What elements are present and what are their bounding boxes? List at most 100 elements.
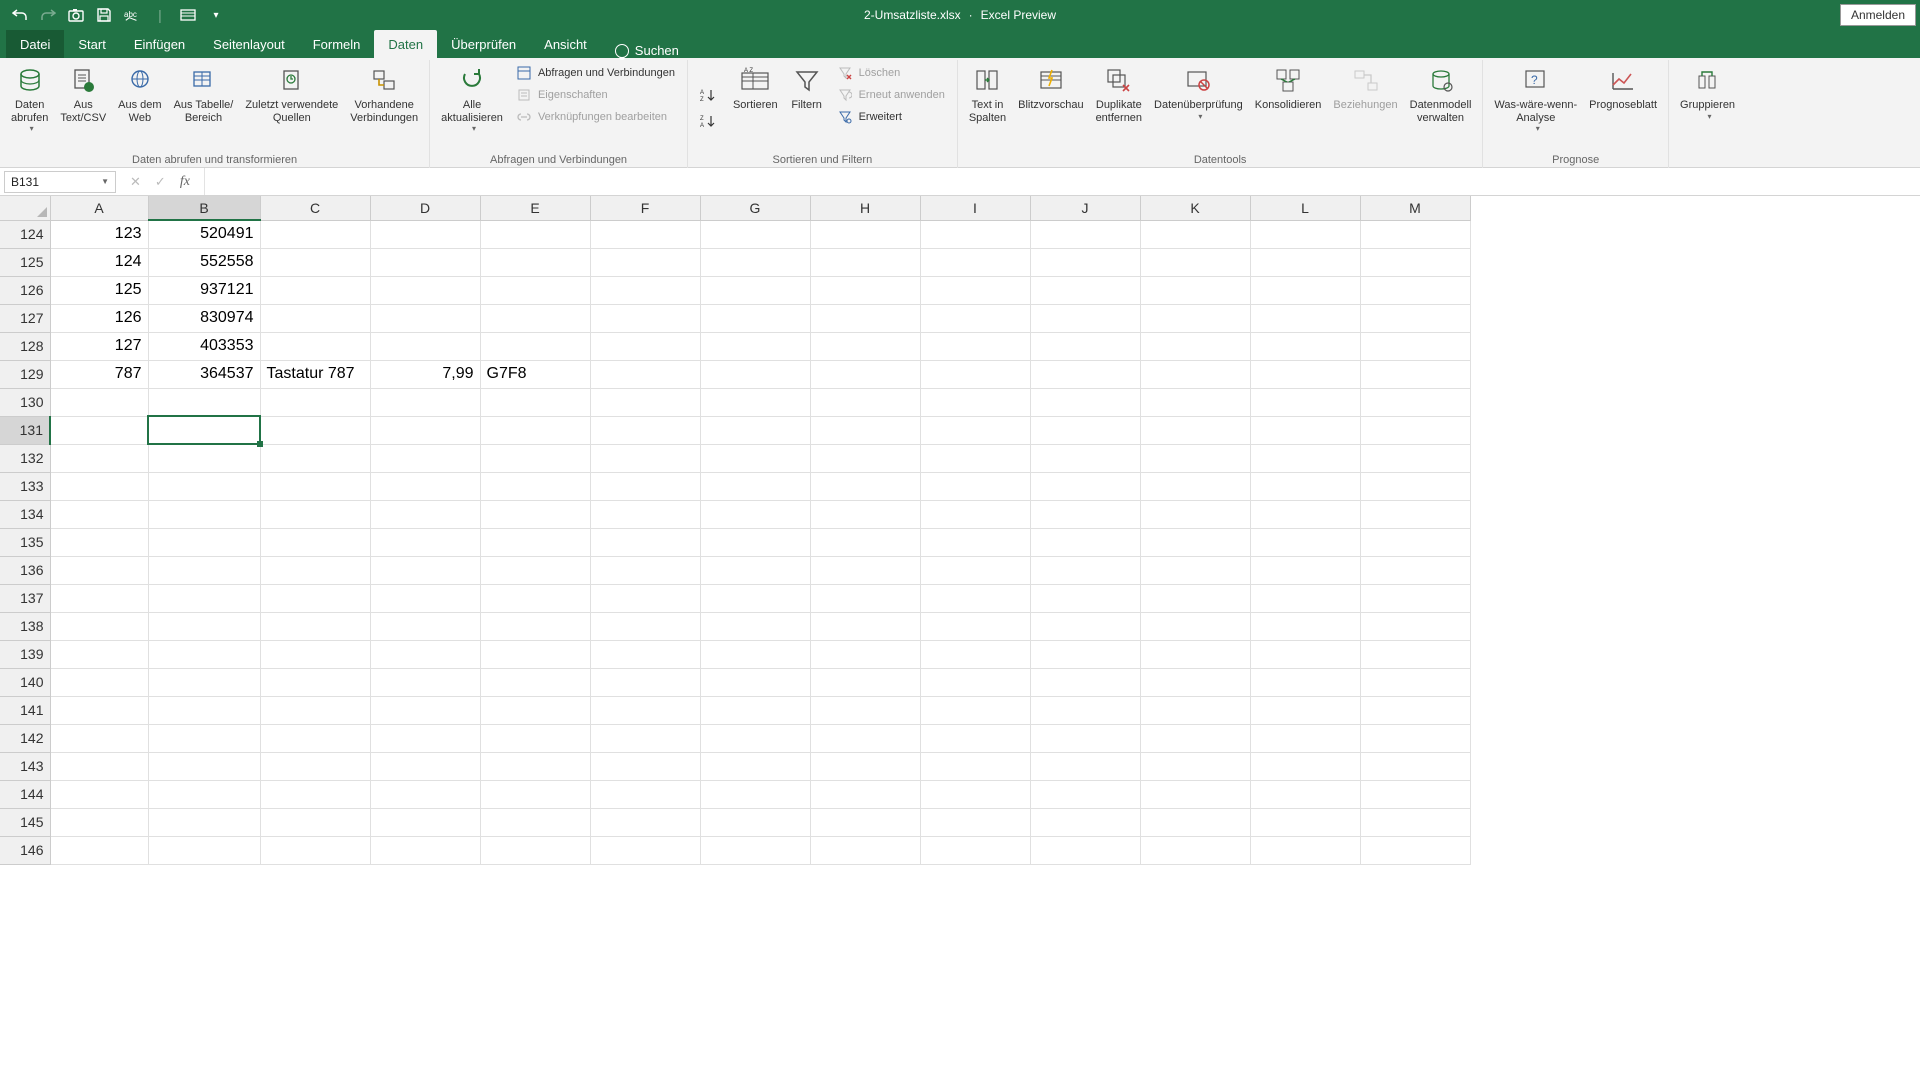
cell-A125[interactable]: 124	[50, 248, 148, 276]
cell-J135[interactable]	[1030, 528, 1140, 556]
cell-K137[interactable]	[1140, 584, 1250, 612]
row-header-140[interactable]: 140	[0, 668, 50, 696]
cell-E141[interactable]	[480, 696, 590, 724]
cell-I143[interactable]	[920, 752, 1030, 780]
cell-L140[interactable]	[1250, 668, 1360, 696]
cell-K142[interactable]	[1140, 724, 1250, 752]
cell-E133[interactable]	[480, 472, 590, 500]
cell-H129[interactable]	[810, 360, 920, 388]
cell-I134[interactable]	[920, 500, 1030, 528]
cell-F146[interactable]	[590, 836, 700, 864]
cell-M142[interactable]	[1360, 724, 1470, 752]
col-header-D[interactable]: D	[370, 196, 480, 220]
undo-icon[interactable]	[12, 7, 28, 23]
cell-J143[interactable]	[1030, 752, 1140, 780]
cell-F138[interactable]	[590, 612, 700, 640]
cell-H133[interactable]	[810, 472, 920, 500]
cell-A142[interactable]	[50, 724, 148, 752]
cell-E124[interactable]	[480, 220, 590, 248]
cell-L132[interactable]	[1250, 444, 1360, 472]
cell-A134[interactable]	[50, 500, 148, 528]
row-header-143[interactable]: 143	[0, 752, 50, 780]
aus-tabelle-button[interactable]: Aus Tabelle/ Bereich	[169, 62, 239, 154]
cell-C124[interactable]	[260, 220, 370, 248]
col-header-E[interactable]: E	[480, 196, 590, 220]
cell-H131[interactable]	[810, 416, 920, 444]
daten-abrufen-button[interactable]: Daten abrufen	[6, 62, 53, 154]
cell-A137[interactable]	[50, 584, 148, 612]
cell-I137[interactable]	[920, 584, 1030, 612]
cell-C137[interactable]	[260, 584, 370, 612]
tab-formeln[interactable]: Formeln	[299, 30, 375, 58]
cell-L128[interactable]	[1250, 332, 1360, 360]
cell-B146[interactable]	[148, 836, 260, 864]
cell-G136[interactable]	[700, 556, 810, 584]
cell-J136[interactable]	[1030, 556, 1140, 584]
filtern-button[interactable]: Filtern	[785, 62, 829, 154]
cell-J125[interactable]	[1030, 248, 1140, 276]
cell-F135[interactable]	[590, 528, 700, 556]
cell-H139[interactable]	[810, 640, 920, 668]
cell-I142[interactable]	[920, 724, 1030, 752]
cell-L135[interactable]	[1250, 528, 1360, 556]
cell-F140[interactable]	[590, 668, 700, 696]
row-header-131[interactable]: 131	[0, 416, 50, 444]
cell-I144[interactable]	[920, 780, 1030, 808]
row-header-127[interactable]: 127	[0, 304, 50, 332]
cell-D144[interactable]	[370, 780, 480, 808]
cell-K131[interactable]	[1140, 416, 1250, 444]
row-header-136[interactable]: 136	[0, 556, 50, 584]
cell-E134[interactable]	[480, 500, 590, 528]
zuletzt-quellen-button[interactable]: Zuletzt verwendete Quellen	[240, 62, 343, 154]
cell-J132[interactable]	[1030, 444, 1140, 472]
cell-I139[interactable]	[920, 640, 1030, 668]
cell-C129[interactable]: Tastatur 787	[260, 360, 370, 388]
cell-I145[interactable]	[920, 808, 1030, 836]
cell-K136[interactable]	[1140, 556, 1250, 584]
cell-C128[interactable]	[260, 332, 370, 360]
cell-K140[interactable]	[1140, 668, 1250, 696]
cell-D141[interactable]	[370, 696, 480, 724]
cell-C133[interactable]	[260, 472, 370, 500]
cell-F127[interactable]	[590, 304, 700, 332]
cell-K124[interactable]	[1140, 220, 1250, 248]
cell-D129[interactable]: 7,99	[370, 360, 480, 388]
cell-C127[interactable]	[260, 304, 370, 332]
cell-F125[interactable]	[590, 248, 700, 276]
cell-M139[interactable]	[1360, 640, 1470, 668]
cell-C134[interactable]	[260, 500, 370, 528]
cell-B145[interactable]	[148, 808, 260, 836]
cell-M135[interactable]	[1360, 528, 1470, 556]
cell-M130[interactable]	[1360, 388, 1470, 416]
cell-F124[interactable]	[590, 220, 700, 248]
cell-H127[interactable]	[810, 304, 920, 332]
cell-L138[interactable]	[1250, 612, 1360, 640]
cell-C130[interactable]	[260, 388, 370, 416]
cell-A135[interactable]	[50, 528, 148, 556]
col-header-A[interactable]: A	[50, 196, 148, 220]
duplikate-entfernen-button[interactable]: Duplikate entfernen	[1091, 62, 1147, 154]
row-header-141[interactable]: 141	[0, 696, 50, 724]
cell-L126[interactable]	[1250, 276, 1360, 304]
row-header-142[interactable]: 142	[0, 724, 50, 752]
cell-K146[interactable]	[1140, 836, 1250, 864]
row-header-130[interactable]: 130	[0, 388, 50, 416]
cell-L143[interactable]	[1250, 752, 1360, 780]
cell-A128[interactable]: 127	[50, 332, 148, 360]
cell-G137[interactable]	[700, 584, 810, 612]
cell-A133[interactable]	[50, 472, 148, 500]
cell-F126[interactable]	[590, 276, 700, 304]
cell-C140[interactable]	[260, 668, 370, 696]
cell-G140[interactable]	[700, 668, 810, 696]
cell-A139[interactable]	[50, 640, 148, 668]
gruppieren-button[interactable]: Gruppieren	[1675, 62, 1740, 154]
cell-M140[interactable]	[1360, 668, 1470, 696]
cell-J129[interactable]	[1030, 360, 1140, 388]
row-header-135[interactable]: 135	[0, 528, 50, 556]
cell-L142[interactable]	[1250, 724, 1360, 752]
cell-B129[interactable]: 364537	[148, 360, 260, 388]
cell-D143[interactable]	[370, 752, 480, 780]
cell-L146[interactable]	[1250, 836, 1360, 864]
cell-D125[interactable]	[370, 248, 480, 276]
cell-H135[interactable]	[810, 528, 920, 556]
